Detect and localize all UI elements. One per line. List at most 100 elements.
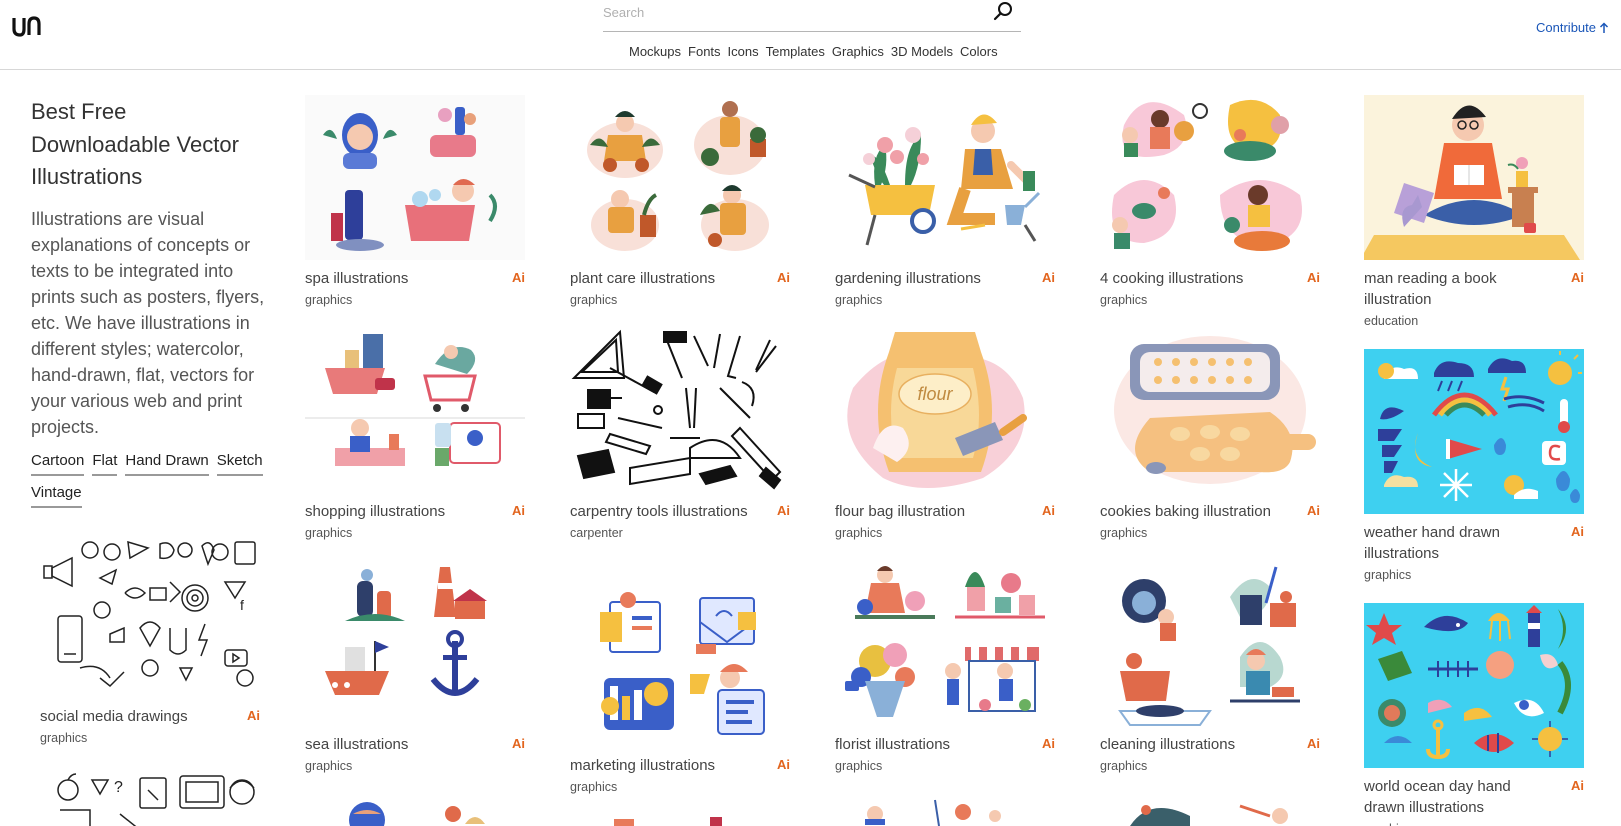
category-nav: Mockups Fonts Icons Templates Graphics 3… <box>629 44 998 59</box>
card-carpentry-tools-illustrations[interactable]: carpentry tools illustrations carpenter … <box>570 328 790 540</box>
card-gardening-illustrations[interactable]: gardening illustrations graphics Ai <box>835 95 1055 307</box>
svg-text:?: ? <box>114 779 123 796</box>
nav-templates[interactable]: Templates <box>766 44 825 59</box>
nav-mockups[interactable]: Mockups <box>629 44 681 59</box>
ai-format-badge: Ai <box>1042 736 1055 751</box>
flour-bag-illustration-thumb: flour <box>835 328 1055 493</box>
card-cookies-baking-illustration[interactable]: cookies baking illustration graphics Ai <box>1100 328 1320 540</box>
tag-hand-drawn[interactable]: Hand Drawn <box>125 452 209 476</box>
card-flour-bag-illustration[interactable]: flour flour bag illustration graphics Ai <box>835 328 1055 540</box>
tag-cartoon[interactable]: Cartoon <box>31 452 85 476</box>
site-logo[interactable] <box>12 12 42 38</box>
sidebar: Best Free Downloadable Vector Illustrati… <box>31 96 271 508</box>
card-title: shopping illustrations <box>305 503 446 520</box>
nav-fonts[interactable]: Fonts <box>688 44 721 59</box>
cooking-illustration-thumb <box>1100 95 1320 260</box>
ai-format-badge: Ai <box>1042 503 1055 518</box>
social-media-doodles-thumb: f <box>43 540 256 688</box>
card-category: graphics <box>305 759 353 773</box>
ai-format-badge: Ai <box>1571 270 1584 285</box>
ai-format-badge: Ai <box>1571 524 1584 539</box>
card-partial-col1[interactable] <box>305 794 525 826</box>
card-category: graphics <box>40 731 88 745</box>
card-partial-col4[interactable] <box>1100 794 1320 826</box>
card-weather-hand-drawn-illustrations[interactable]: weather hand drawn illustrations graphic… <box>1364 349 1584 582</box>
card-cleaning-illustrations[interactable]: cleaning illustrations graphics Ai <box>1100 561 1320 773</box>
card-title: world ocean day hand drawn illustrations <box>1364 778 1511 816</box>
card-partial-col2[interactable] <box>570 814 790 826</box>
card-title: social media drawings <box>40 708 188 725</box>
card-category: graphics <box>1364 568 1412 582</box>
tag-vintage[interactable]: Vintage <box>31 484 82 508</box>
card-man-reading-a-book-illustration[interactable]: man reading a book illustration educatio… <box>1364 95 1584 328</box>
card-partial-col3[interactable] <box>835 794 1055 826</box>
card-4-cooking-illustrations[interactable]: 4 cooking illustrations graphics Ai <box>1100 95 1320 307</box>
card-category: graphics <box>1100 759 1148 773</box>
search-icon[interactable] <box>991 0 1015 24</box>
tag-flat[interactable]: Flat <box>92 452 118 476</box>
card-title: cleaning illustrations <box>1100 736 1236 753</box>
card-category: graphics <box>1364 822 1584 826</box>
gardening-illustration-thumb <box>835 95 1055 260</box>
card-category: graphics <box>835 759 883 773</box>
style-tags: Cartoon Flat Hand Drawn Sketch Vintage <box>31 452 271 508</box>
page-title: Best Free Downloadable Vector Illustrati… <box>31 99 239 189</box>
ai-format-badge: Ai <box>512 270 525 285</box>
svg-text:f: f <box>240 597 244 613</box>
nav-icons[interactable]: Icons <box>728 44 759 59</box>
card-sea-illustrations[interactable]: sea illustrations graphics Ai <box>305 561 525 773</box>
card-title: carpentry tools illustrations <box>570 503 748 520</box>
contribute-label: Contribute <box>1536 20 1596 35</box>
nav-3d-models[interactable]: 3D Models <box>891 44 953 59</box>
card-category: graphics <box>305 526 353 540</box>
education-doodles-thumb: ? <box>57 773 255 826</box>
search-input[interactable] <box>603 2 983 22</box>
cleaning-illustration-thumb <box>1100 561 1320 726</box>
ai-format-badge: Ai <box>777 757 790 772</box>
card-title: florist illustrations <box>835 736 951 753</box>
card-spa-illustrations[interactable]: spa illustrations graphics Ai <box>305 95 525 307</box>
card-title: sea illustrations <box>305 736 409 753</box>
card-marketing-illustrations[interactable]: marketing illustrations graphics Ai <box>570 582 790 794</box>
card-category: graphics <box>305 293 353 307</box>
contribute-link[interactable]: Contribute <box>1536 20 1609 35</box>
card-florist-illustrations[interactable]: florist illustrations graphics Ai <box>835 561 1055 773</box>
nav-colors[interactable]: Colors <box>960 44 998 59</box>
card-category: education <box>1364 314 1419 328</box>
card-world-ocean-day-hand-drawn-illustrations[interactable]: world ocean day hand drawn illustrations… <box>1364 603 1584 826</box>
ai-format-badge: Ai <box>512 736 525 751</box>
marketing-illustration-thumb <box>570 582 790 747</box>
spa-illustration-thumb <box>305 95 525 260</box>
card-category: graphics <box>570 293 618 307</box>
page-description: Illustrations are visual explanations of… <box>31 208 265 437</box>
ai-format-badge: Ai <box>1571 778 1584 793</box>
sea-illustration-thumb <box>305 561 525 726</box>
partial-thumb <box>349 802 485 826</box>
card-category: carpenter <box>570 526 623 540</box>
ai-format-badge: Ai <box>1042 270 1055 285</box>
card-title: cookies baking illustration <box>1100 503 1271 520</box>
ai-format-badge: Ai <box>777 503 790 518</box>
weather-illustration-thumb <box>1364 349 1584 514</box>
shopping-illustration-thumb <box>305 328 525 493</box>
nav-graphics[interactable]: Graphics <box>832 44 884 59</box>
card-category: graphics <box>1100 293 1148 307</box>
card-plant-care-illustrations[interactable]: plant care illustrations graphics Ai <box>570 95 790 307</box>
top-header: Mockups Fonts Icons Templates Graphics 3… <box>0 0 1621 70</box>
plant-care-illustration-thumb <box>570 95 790 260</box>
card-category: graphics <box>835 293 883 307</box>
card-shopping-illustrations[interactable]: shopping illustrations graphics Ai <box>305 328 525 540</box>
partial-thumb <box>865 799 1001 826</box>
man-reading-illustration-thumb <box>1364 95 1584 260</box>
card-title: weather hand drawn illustrations <box>1364 524 1500 562</box>
ai-format-badge: Ai <box>247 708 260 723</box>
ai-format-badge: Ai <box>1307 270 1320 285</box>
ocean-day-illustration-thumb <box>1364 603 1584 768</box>
florist-illustration-thumb <box>835 561 1055 726</box>
sidebar-card-partial[interactable]: ? <box>40 770 260 826</box>
logo-icon <box>12 16 41 37</box>
flour-label-text: flour <box>917 384 953 404</box>
sidebar-card-social-media[interactable]: f social media drawings graphics Ai <box>40 538 260 745</box>
tag-sketch[interactable]: Sketch <box>216 452 263 476</box>
card-category: graphics <box>570 780 618 794</box>
